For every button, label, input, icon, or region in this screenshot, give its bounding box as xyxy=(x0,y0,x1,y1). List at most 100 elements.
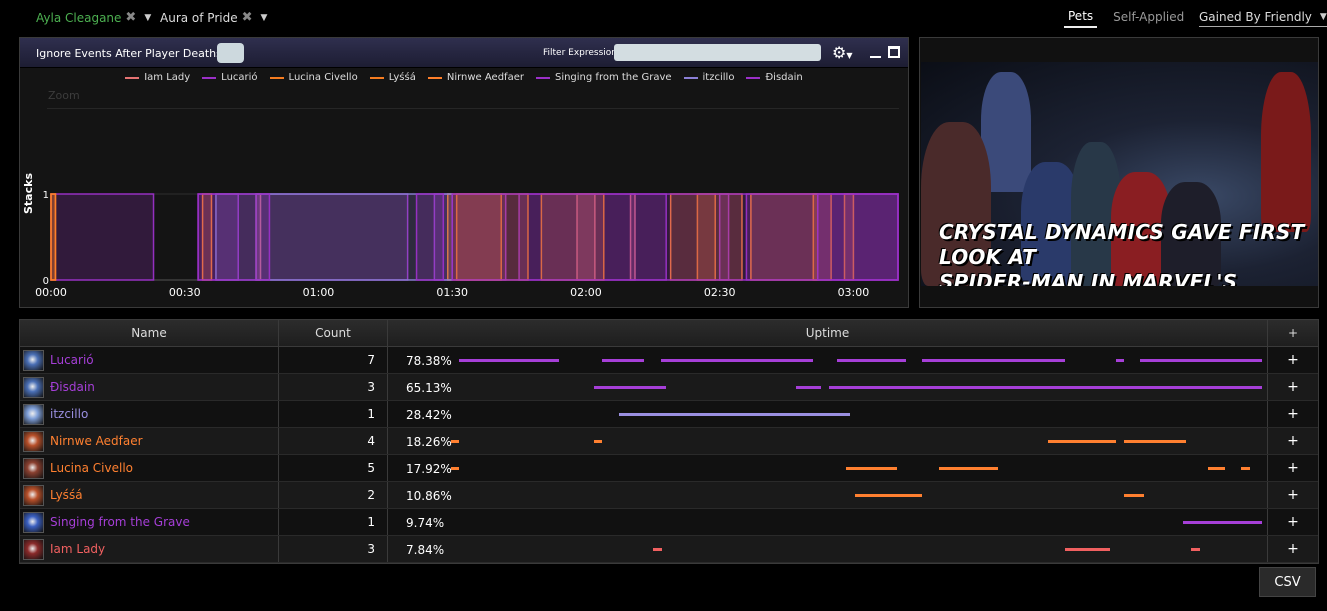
tab-pets[interactable]: Pets xyxy=(1064,9,1098,28)
table-body: Lucarió 7 78.38% + Ðisdain 3 65.13% + it… xyxy=(20,347,1318,563)
remove-icon[interactable]: ✖ xyxy=(125,10,136,25)
name-cell: Nirnwe Aedfaer xyxy=(20,428,279,454)
top-bar: Ayla Cleagane ✖ ▼ Aura of Pride ✖ ▼ Pets… xyxy=(0,0,1327,36)
csv-export-button[interactable]: CSV xyxy=(1259,567,1316,597)
uptime-percent: 28.42% xyxy=(406,408,452,422)
count-cell: 5 xyxy=(279,455,388,481)
name-cell: Lyśśá xyxy=(20,482,279,508)
expand-row-button[interactable]: + xyxy=(1268,455,1318,481)
promo-caption-line-1: CRYSTAL DYNAMICS GAVE FIRST LOOK AT xyxy=(939,220,1305,269)
x-tick-label: 03:00 xyxy=(838,286,870,299)
player-name-link[interactable]: Lucina Civello xyxy=(50,461,133,475)
table-row[interactable]: Lucina Civello 5 17.92% + xyxy=(20,455,1318,482)
table-row[interactable]: Nirnwe Aedfaer 4 18.26% + xyxy=(20,428,1318,455)
uptime-cell: 7.84% xyxy=(388,536,1268,562)
expand-row-button[interactable]: + xyxy=(1268,509,1318,535)
uptime-bar-segment xyxy=(1241,467,1250,470)
uptime-bar-segment xyxy=(602,359,644,362)
expand-row-button[interactable]: + xyxy=(1268,536,1318,562)
uptime-bar-segment xyxy=(653,548,662,551)
uptime-bar-segment xyxy=(451,440,459,443)
uptime-bar-segment xyxy=(922,359,1065,362)
expand-row-button[interactable]: + xyxy=(1268,374,1318,400)
uptime-bar-segment xyxy=(1065,548,1110,551)
filter-chip-label: Aura of Pride xyxy=(160,10,238,25)
expand-row-button[interactable]: + xyxy=(1268,401,1318,427)
remove-icon[interactable]: ✖ xyxy=(242,10,253,25)
uptime-percent: 65.13% xyxy=(406,381,452,395)
uptime-cell: 17.92% xyxy=(388,455,1268,481)
filter-chip-aura[interactable]: Aura of Pride ✖ ▼ xyxy=(160,10,267,25)
frost-orb-icon xyxy=(23,376,44,398)
aura-uptime-table: Name Count Uptime + Lucarió 7 78.38% + Ð… xyxy=(19,319,1319,564)
rage-icon xyxy=(23,457,44,479)
uptime-cell: 9.74% xyxy=(388,509,1268,535)
x-tick-label: 01:00 xyxy=(303,286,335,299)
player-name-link[interactable]: Lyśśá xyxy=(50,488,83,502)
stacks-chart-panel: Ignore Events After Player Deaths▼ Filte… xyxy=(19,37,909,308)
player-name-link[interactable]: Iam Lady xyxy=(50,542,105,556)
uptime-bar-segment xyxy=(846,467,897,470)
view-tabs: Pets Self-Applied xyxy=(1064,9,1184,28)
chevron-down-icon[interactable]: ▼ xyxy=(261,13,268,23)
table-row[interactable]: Lucarió 7 78.38% + xyxy=(20,347,1318,374)
uptime-bar-segment xyxy=(451,467,459,470)
player-name-link[interactable]: Singing from the Grave xyxy=(50,515,190,529)
uptime-bar-segment xyxy=(459,359,559,362)
expand-row-button[interactable]: + xyxy=(1268,482,1318,508)
uptime-bar-segment xyxy=(619,413,850,416)
gained-by-label: Gained By Friendly xyxy=(1199,10,1312,24)
count-cell: 3 xyxy=(279,374,388,400)
count-cell: 1 xyxy=(279,401,388,427)
column-header-count[interactable]: Count xyxy=(279,320,388,346)
count-cell: 7 xyxy=(279,347,388,373)
table-row[interactable]: Iam Lady 3 7.84% + xyxy=(20,536,1318,563)
column-header-name[interactable]: Name xyxy=(20,320,279,346)
count-cell: 2 xyxy=(279,482,388,508)
frost-orb-icon xyxy=(23,349,44,371)
table-row[interactable]: itzcillo 1 28.42% + xyxy=(20,401,1318,428)
uptime-cell: 28.42% xyxy=(388,401,1268,427)
table-header: Name Count Uptime + xyxy=(20,320,1318,347)
expand-all-button[interactable]: + xyxy=(1268,320,1318,346)
chevron-down-icon: ▼ xyxy=(1319,12,1327,22)
promo-image[interactable]: CRYSTAL DYNAMICS GAVE FIRST LOOK AT SPID… xyxy=(921,62,1318,286)
tab-self-applied[interactable]: Self-Applied xyxy=(1113,10,1184,27)
promo-caption-line-2: SPIDER-MAN IN MARVEL'S AVENGERS xyxy=(939,270,1238,286)
video-ad-panel[interactable]: CRYSTAL DYNAMICS GAVE FIRST LOOK AT SPID… xyxy=(919,37,1319,308)
expand-row-button[interactable]: + xyxy=(1268,347,1318,373)
player-name-link[interactable]: Nirnwe Aedfaer xyxy=(50,434,143,448)
table-row[interactable]: Singing from the Grave 1 9.74% + xyxy=(20,509,1318,536)
count-cell: 3 xyxy=(279,536,388,562)
uptime-percent: 17.92% xyxy=(406,462,452,476)
uptime-cell: 78.38% xyxy=(388,347,1268,373)
uptime-bar-segment xyxy=(1191,548,1200,551)
stack-area-segment xyxy=(50,193,57,281)
stacks-chart[interactable]: 0100:00 00:30 01:00 01:30 02:00 02:30 03:00 xyxy=(20,38,908,307)
filter-chip-label: Ayla Cleagane xyxy=(36,10,122,25)
x-tick-label: 00:30 xyxy=(169,286,201,299)
gained-by-select[interactable]: Gained By Friendly ▼ xyxy=(1199,10,1327,27)
name-cell: Lucina Civello xyxy=(20,455,279,481)
column-header-uptime[interactable]: Uptime xyxy=(388,320,1268,346)
uptime-bar-segment xyxy=(1183,521,1262,524)
stack-area-segment xyxy=(415,193,445,281)
player-name-link[interactable]: Lucarió xyxy=(50,353,94,367)
player-name-link[interactable]: Ðisdain xyxy=(50,380,95,394)
name-cell: itzcillo xyxy=(20,401,279,427)
uptime-percent: 18.26% xyxy=(406,435,452,449)
arcane-rune-icon xyxy=(23,511,44,533)
expand-row-button[interactable]: + xyxy=(1268,428,1318,454)
fire-swirl-icon xyxy=(23,430,44,452)
stack-area-segment xyxy=(197,193,271,281)
chevron-down-icon[interactable]: ▼ xyxy=(144,13,151,23)
uptime-bar-segment xyxy=(661,359,813,362)
player-name-link[interactable]: itzcillo xyxy=(50,407,88,421)
promo-caption: CRYSTAL DYNAMICS GAVE FIRST LOOK AT SPID… xyxy=(939,220,1318,286)
filter-chip-player[interactable]: Ayla Cleagane ✖ ▼ xyxy=(36,10,151,25)
uptime-cell: 65.13% xyxy=(388,374,1268,400)
table-row[interactable]: Ðisdain 3 65.13% + xyxy=(20,374,1318,401)
x-tick-label: 00:00 xyxy=(35,286,67,299)
uptime-bar-segment xyxy=(829,386,1262,389)
table-row[interactable]: Lyśśá 2 10.86% + xyxy=(20,482,1318,509)
